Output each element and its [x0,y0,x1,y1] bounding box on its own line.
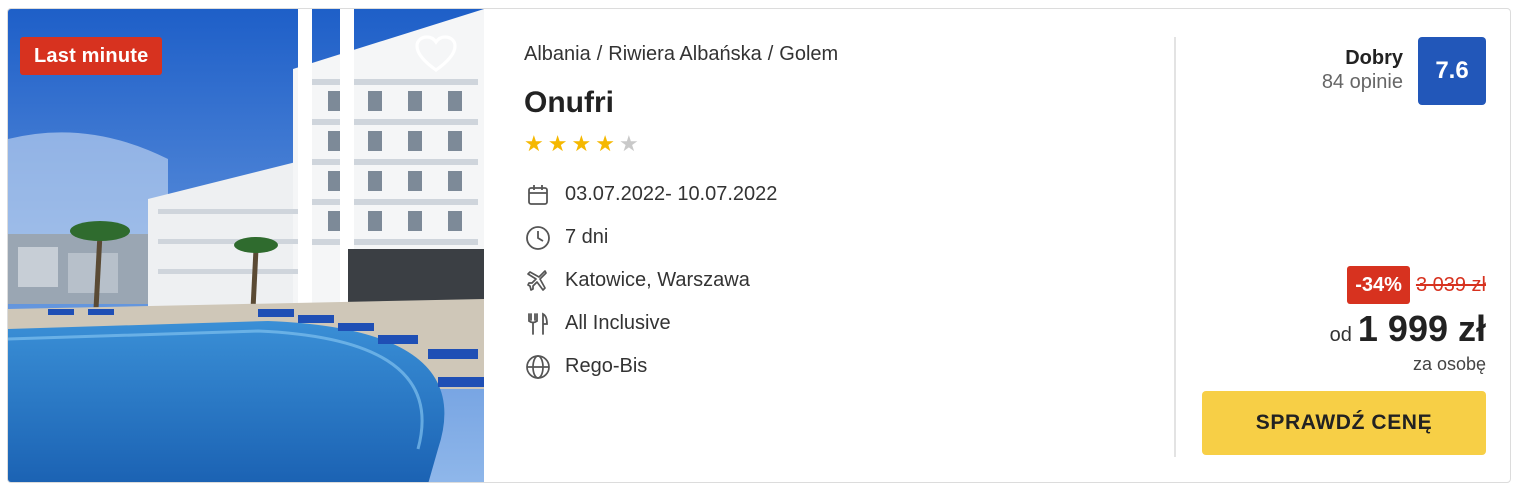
breadcrumb-city[interactable]: Golem [779,43,838,65]
dates-text: 03.07.2022- 10.07.2022 [565,183,778,205]
duration-text: 7 dni [565,226,609,248]
rating-text: Dobry 84 opinie [1322,37,1403,95]
breadcrumb-separator: / [767,43,774,65]
rating-word: Dobry [1345,47,1403,69]
price-block: -34% 3 039 zł od 1 999 zł za osobę [1330,266,1486,375]
hotel-photo-image [8,9,484,482]
star-rating: ★ ★ ★ ★ ★ [524,133,1164,155]
departure-text: Katowice, Warszawa [565,269,750,291]
column-divider [1174,37,1176,457]
last-minute-badge: Last minute [20,37,163,75]
check-price-button[interactable]: SPRAWDŹ CENĘ [1202,391,1486,455]
hotel-name[interactable]: Onufri [524,85,1164,121]
price-per-person: za osobę [1412,354,1486,374]
star-filled-icon: ★ [595,131,615,156]
star-empty-icon: ★ [618,131,639,156]
detail-departure: Katowice, Warszawa [524,259,1164,302]
hotel-photo[interactable]: Last minute [8,9,484,482]
reviews-count[interactable]: 84 opinie [1322,69,1403,95]
clock-icon [524,224,552,252]
star-filled-icon: ★ [547,131,568,156]
old-price: 3 039 zł [1415,273,1486,296]
current-price: 1 999 zł [1357,308,1486,349]
review-rating[interactable]: Dobry 84 opinie 7.6 [1322,37,1486,105]
detail-operator: Rego-Bis [524,345,1164,388]
detail-board: All Inclusive [524,302,1164,345]
breadcrumb-region[interactable]: Riwiera Albańska [608,43,761,65]
current-price-row: od 1 999 zł [1330,308,1486,350]
board-text: All Inclusive [565,312,671,334]
breadcrumb: Albania / Riwiera Albańska / Golem [524,39,1164,69]
breadcrumb-separator: / [596,43,603,65]
cutlery-icon [524,310,552,338]
heart-icon[interactable] [415,35,457,73]
discount-badge: -34% [1347,266,1410,304]
detail-duration: 7 dni [524,216,1164,259]
star-filled-icon: ★ [571,131,592,156]
offer-card[interactable]: Last minute Albania / Riwiera Albańska / Gol… [7,8,1511,483]
price-from-label: od [1329,324,1352,346]
globe-icon [524,353,552,381]
detail-dates: 03.07.2022- 10.07.2022 [524,173,1164,216]
offer-details: 03.07.2022- 10.07.2022 7 dni Katowice, W… [524,173,1164,388]
calendar-icon [524,181,552,209]
star-filled-icon: ★ [524,131,544,156]
operator-text: Rego-Bis [565,355,648,377]
breadcrumb-country[interactable]: Albania [524,43,591,65]
offer-info: Albania / Riwiera Albańska / Golem Onufri ★ ★… [524,39,1164,388]
price-discount-row: -34% 3 039 zł [1330,266,1486,304]
plane-icon [524,267,552,295]
rating-score-badge: 7.6 [1418,37,1486,105]
